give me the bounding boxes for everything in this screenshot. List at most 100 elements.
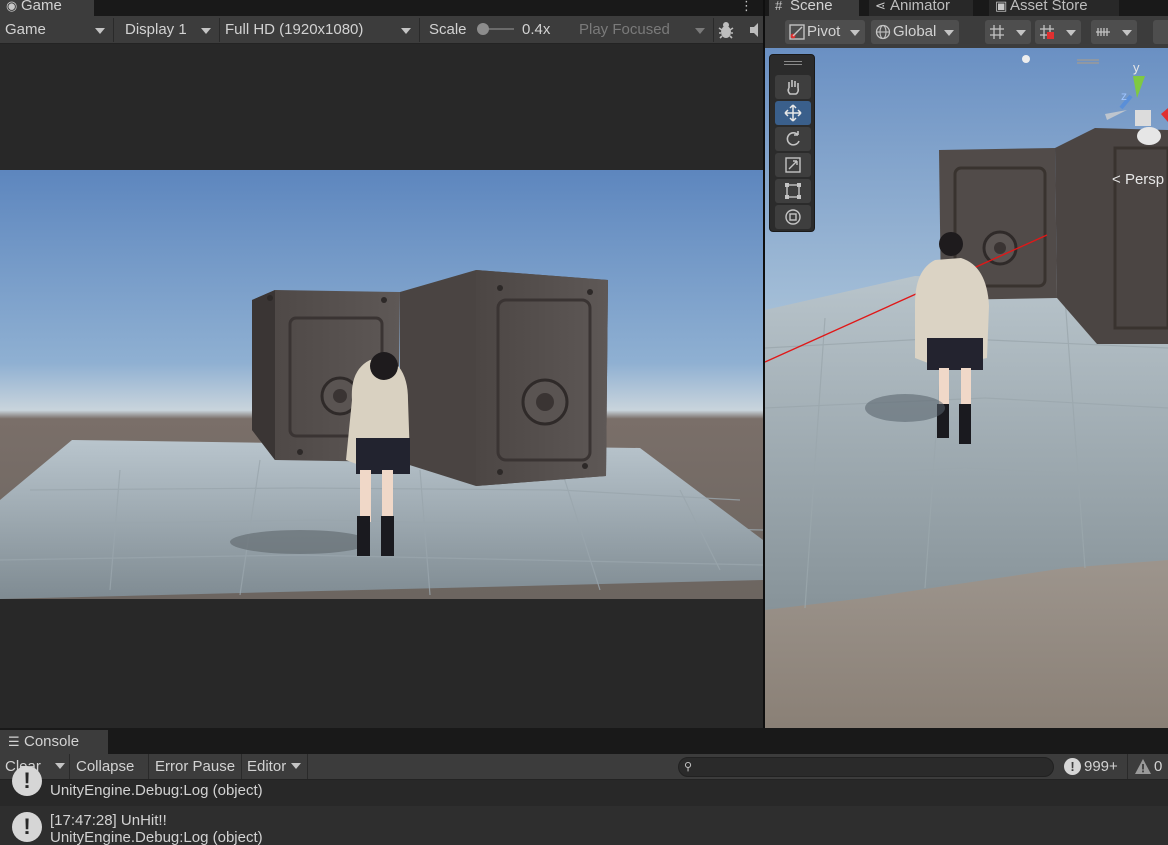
tab-game[interactable]: ◉ Game — [0, 0, 94, 16]
pivot-label: Pivot — [807, 23, 841, 40]
scene-panel: # Scene ⋖ Animator ▣ Asset Store Pivot Glob… — [765, 0, 1168, 728]
error-pause-label: Error Pause — [155, 758, 236, 775]
palette-drag-handle[interactable] — [784, 61, 802, 65]
global-dropdown[interactable]: Global — [871, 20, 959, 44]
scale-tool[interactable] — [775, 153, 811, 177]
scene-tabbar: # Scene ⋖ Animator ▣ Asset Store — [765, 0, 1168, 16]
log-count-toggle[interactable]: ! 999+ — [1062, 754, 1128, 779]
light-icon — [1022, 55, 1030, 63]
hand-icon — [787, 80, 800, 95]
rotate-tool[interactable] — [775, 127, 811, 151]
tab-asset-store-label: Asset Store — [1010, 0, 1088, 14]
log-trace: UnityEngine.Debug:Log (object) — [50, 782, 263, 799]
axis-y-label: y — [1133, 60, 1140, 75]
snap-settings-button[interactable] — [1035, 20, 1081, 44]
overlay-drag-handle[interactable] — [1077, 59, 1099, 64]
persp-label: Persp — [1125, 171, 1164, 188]
grid-icon — [990, 25, 1004, 39]
tab-animator-label: Animator — [890, 0, 951, 14]
grid-snap-button[interactable] — [985, 20, 1031, 44]
rotate-icon — [786, 131, 800, 146]
tab-console[interactable]: ☰ Console — [0, 730, 108, 754]
log-count: 999+ — [1084, 758, 1118, 775]
view-mode-label: Game — [5, 21, 46, 38]
scale-slider-handle[interactable] — [477, 23, 489, 35]
chevron-down-icon — [1122, 30, 1132, 36]
magnet-grid-icon — [1040, 25, 1054, 39]
play-mode-label: Play Focused — [579, 21, 670, 38]
tab-scene-label: Scene — [790, 0, 833, 14]
axis-z-label: z — [1121, 89, 1127, 103]
move-tool[interactable] — [775, 101, 811, 125]
info-icon: ! — [12, 812, 42, 842]
warning-icon — [1135, 759, 1151, 774]
game-toolbar: Game Display 1 Full HD (1920x1080) Scale… — [0, 16, 763, 44]
rect-tool[interactable] — [775, 179, 811, 203]
console-toolbar: Clear Collapse Error Pause Editor ⚲ ! 99… — [0, 754, 1168, 780]
globe-icon — [875, 24, 891, 40]
log-entry[interactable]: ! [17:47:28] UnHit!! UnityEngine.Debug:L… — [0, 806, 1168, 845]
tab-asset-store[interactable]: ▣ Asset Store — [989, 0, 1119, 16]
info-icon: ! — [1064, 758, 1081, 775]
scene-render: y z < Persp — [765, 55, 1168, 610]
view-mode-dropdown[interactable]: Game — [0, 18, 114, 42]
display-label: Display 1 — [125, 21, 187, 38]
scene-more-button[interactable] — [1153, 20, 1168, 44]
chevron-down-icon — [401, 28, 411, 34]
pivot-dropdown[interactable]: Pivot — [785, 20, 865, 44]
transform-icon — [785, 209, 801, 225]
console-search-input[interactable] — [678, 757, 1054, 777]
ruler-icon — [1096, 28, 1110, 36]
error-pause-button[interactable]: Error Pause — [150, 754, 242, 779]
tab-console-label: Console — [24, 733, 80, 750]
game-panel: ◉ Game ⋮ Game Display 1 Full HD (1920x108… — [0, 0, 763, 728]
console-tabbar: ☰ Console — [0, 728, 1168, 754]
console-panel: ☰ Console Clear Collapse Error Pause Edit… — [0, 728, 1168, 845]
tool-palette — [769, 54, 815, 232]
collapse-label: Collapse — [76, 758, 135, 775]
tab-scene[interactable]: # Scene — [769, 0, 859, 16]
chevron-down-icon — [1066, 30, 1076, 36]
collapse-button[interactable]: Collapse — [71, 754, 149, 779]
animator-icon: ⋖ — [875, 0, 886, 13]
resolution-dropdown[interactable]: Full HD (1920x1080) — [220, 18, 420, 42]
perspective-toggle[interactable]: < Persp — [1112, 171, 1164, 188]
game-render — [0, 270, 763, 599]
game-options-icon[interactable]: ⋮ — [740, 0, 753, 16]
list-icon: ☰ — [8, 734, 20, 749]
speaker-icon[interactable] — [748, 18, 762, 42]
transform-tool[interactable] — [775, 205, 811, 229]
pivot-icon — [789, 24, 805, 40]
resolution-label: Full HD (1920x1080) — [225, 21, 364, 38]
chevron-down-icon — [291, 763, 301, 769]
chevron-down-icon — [944, 30, 954, 36]
game-viewport[interactable] — [0, 170, 763, 599]
hash-icon: # — [775, 0, 783, 13]
hand-tool[interactable] — [775, 75, 811, 99]
scene-viewport[interactable]: y z < Persp — [765, 48, 1168, 728]
store-icon: ▣ — [995, 0, 1008, 13]
log-entry[interactable]: ! UnityEngine.Debug:Log (object) — [0, 766, 1168, 806]
scene-toolbar: Pivot Global — [765, 16, 1168, 48]
game-tabbar: ◉ Game ⋮ — [0, 0, 763, 16]
tab-animator[interactable]: ⋖ Animator — [869, 0, 973, 16]
chevron-down-icon — [201, 28, 211, 34]
chevron-down-icon — [95, 28, 105, 34]
scale-value: 0.4x — [522, 21, 551, 38]
editor-dropdown[interactable]: Editor — [242, 754, 308, 779]
chevron-down-icon — [695, 28, 705, 34]
play-mode-dropdown[interactable]: Play Focused — [574, 18, 714, 42]
chevron-down-icon — [850, 30, 860, 36]
warning-count-toggle[interactable]: 0 — [1132, 754, 1168, 779]
gamepad-icon: ◉ — [6, 0, 18, 13]
global-label: Global — [893, 23, 937, 40]
bug-icon[interactable] — [716, 18, 740, 42]
tab-game-label: Game — [21, 0, 62, 14]
editor-label: Editor — [247, 758, 287, 775]
warning-count: 0 — [1154, 758, 1163, 775]
scale-icon — [785, 157, 801, 173]
info-icon: ! — [12, 766, 42, 796]
chevron-down-icon — [55, 763, 65, 769]
display-dropdown[interactable]: Display 1 — [120, 18, 220, 42]
increment-snap-button[interactable] — [1091, 20, 1137, 44]
